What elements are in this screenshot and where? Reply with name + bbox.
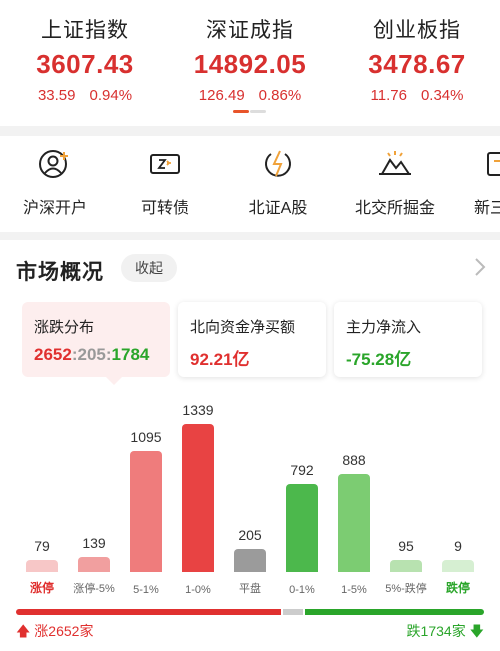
bar-category-label: 1-0% (185, 584, 211, 596)
bar-value-label: 888 (342, 452, 366, 468)
index-panel: 上证指数 3607.43 33.59 0.94% 深证成指 14892.05 12… (0, 0, 500, 126)
rise-count: 2652 (34, 345, 72, 364)
shortcut-label: 北证A股 (248, 200, 308, 217)
index-change: 11.76 (370, 87, 407, 104)
shortcut-label: 沪深开户 (22, 200, 87, 217)
shortcut-new-third-board[interactable]: 新三 (460, 148, 500, 218)
fall-total: 跌1734家 🡇 (407, 621, 484, 645)
card-northbound-net-buy[interactable]: 北向资金净买额 92.21亿 (178, 302, 326, 377)
user-plus-icon (39, 150, 68, 178)
gold-mine-icon (379, 151, 411, 175)
rise-fall-counts: 2652:205:1784 (34, 345, 170, 365)
shortcut-open-account[interactable]: 沪深开户 (5, 148, 105, 218)
new-three-board-icon (487, 152, 500, 176)
index-change-pct: 0.86% (258, 87, 302, 104)
index-shenzhen[interactable]: 深证成指 14892.05 126.49 0.86% (167, 14, 333, 104)
chart-bar (442, 560, 474, 572)
bar-value-label: 95 (398, 538, 414, 554)
page-dot-active (233, 110, 249, 113)
index-chinext[interactable]: 创业板指 3478.67 11.76 0.34% (334, 14, 500, 104)
lightning-coin-icon (265, 150, 291, 177)
fall-count: 1784 (111, 345, 150, 364)
index-value: 3607.43 (36, 49, 134, 79)
shortcut-beijing-a-share[interactable]: 北证A股 (228, 148, 328, 218)
shortcut-label: 北交所掘金 (354, 200, 435, 217)
index-change: 33.59 (37, 87, 76, 104)
chevron-right-icon[interactable] (474, 257, 486, 277)
index-name: 深证成指 (206, 19, 294, 42)
fall-total-label: 跌1734家 (406, 623, 466, 639)
bar-category-label: 涨停-5% (73, 583, 115, 595)
index-change-pct: 0.94% (89, 87, 133, 104)
shortcut-bse-gold[interactable]: 北交所掘金 (345, 148, 445, 218)
bar-category-label: 0-1% (289, 584, 315, 596)
arrow-up-icon: 🡅 (16, 623, 31, 639)
chart-bar (130, 451, 162, 572)
index-shanghai[interactable]: 上证指数 3607.43 33.59 0.94% (2, 14, 168, 104)
chart-bar (390, 560, 422, 572)
card-rise-fall-distribution[interactable]: 涨跌分布 2652:205:1784 (22, 302, 170, 385)
rise-total-label: 涨2652家 (34, 623, 94, 639)
rise-fall-bar-chart: 79 涨停 139 涨停-5% 1095 5-1% 1339 1-0% 205 平盘 792 0-1%… (0, 390, 500, 600)
collapse-button[interactable]: 收起 (121, 254, 177, 282)
bar-category-label: 5-1% (133, 584, 159, 596)
index-change-row: 11.76 0.34% (334, 87, 500, 104)
ratio-bar-flat (283, 609, 303, 615)
bar-category-label: 1-5% (341, 584, 367, 596)
chart-bar (26, 560, 58, 572)
index-name: 上证指数 (41, 19, 129, 42)
bar-category-label: 跌停 (445, 581, 470, 595)
bar-value-label: 79 (34, 538, 50, 554)
index-change: 126.49 (198, 87, 245, 104)
ratio-bar-fall (305, 609, 484, 615)
shortcut-row: 沪深开户 可转债 北证A股 北交所掘金 新三 (0, 136, 500, 232)
bar-category-label: 5%-跌停 (385, 583, 427, 595)
ratio-bar-rise (16, 609, 281, 615)
chart-bar (338, 474, 370, 572)
arrow-down-icon: 🡇 (469, 623, 484, 639)
shortcut-label: 可转债 (140, 200, 189, 217)
card-title: 北向资金净买额 (190, 319, 296, 336)
index-change-row: 33.59 0.94% (2, 87, 168, 104)
card-value: 92.21亿 (190, 350, 250, 369)
card-main-net-inflow[interactable]: 主力净流入 -75.28亿 (334, 302, 482, 377)
market-overview-panel: 市场概况 收起 涨跌分布 2652:205:1784 北向资金净买额 92.21… (0, 240, 500, 651)
shortcut-label: 新三 (474, 200, 500, 217)
bar-category-label: 涨停 (29, 581, 54, 595)
chart-bar (234, 549, 266, 572)
index-change-row: 126.49 0.86% (167, 87, 333, 104)
rise-total: 🡅 涨2652家 (16, 621, 93, 645)
chart-bar (182, 424, 214, 572)
chart-bar (286, 484, 318, 572)
page-dot (250, 110, 266, 113)
bar-category-label: 平盘 (239, 583, 261, 595)
card-title: 主力净流入 (346, 319, 422, 336)
bar-value-label: 1095 (130, 429, 162, 445)
card-title: 涨跌分布 (34, 319, 95, 336)
index-name: 创业板指 (373, 19, 461, 42)
index-change-pct: 0.34% (420, 87, 464, 104)
flat-count: 205 (77, 345, 106, 364)
bar-value-label: 205 (238, 527, 262, 543)
bar-value-label: 1339 (182, 402, 214, 418)
bar-value-label: 792 (290, 462, 314, 478)
bond-ticket-icon (150, 154, 180, 174)
index-value: 3478.67 (368, 49, 466, 79)
index-value: 14892.05 (193, 49, 307, 79)
bar-value-label: 9 (454, 538, 462, 554)
chart-bar (78, 557, 110, 572)
bar-value-label: 139 (82, 535, 106, 551)
section-title: 市场概况 (16, 261, 104, 284)
card-pointer (106, 377, 122, 385)
shortcut-convertible-bond[interactable]: 可转债 (115, 148, 215, 218)
card-value: -75.28亿 (346, 350, 412, 369)
